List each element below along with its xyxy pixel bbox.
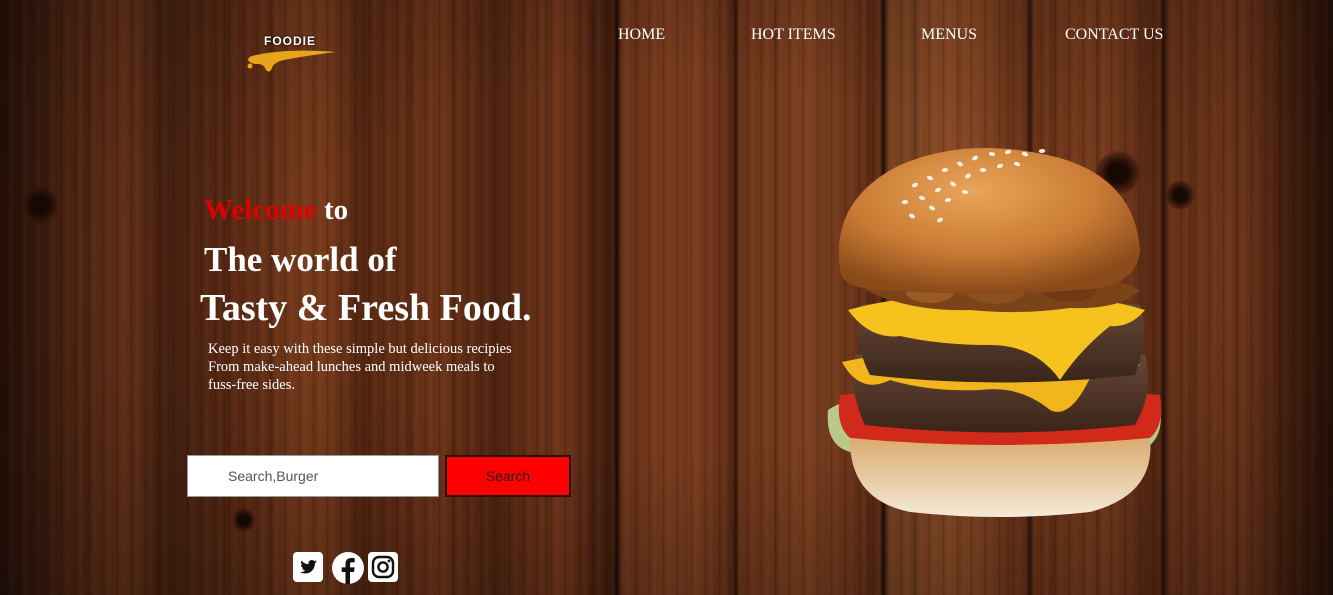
search-button[interactable]: Search <box>445 455 571 497</box>
nav-hot-items[interactable]: HOT ITEMS <box>751 26 836 44</box>
burger-image <box>820 140 1170 525</box>
nav-menus[interactable]: MENUS <box>921 26 977 44</box>
logo-text: FOODIE <box>264 34 317 48</box>
twitter-icon[interactable] <box>293 552 323 582</box>
hero-description-line: From make-ahead lunches and midweek meal… <box>208 359 495 375</box>
instagram-icon[interactable] <box>368 552 398 582</box>
hero-to-word: to <box>316 194 349 226</box>
hero-description-line: fuss-free sides. <box>208 377 295 393</box>
foodie-logo[interactable]: FOODIE <box>244 30 344 78</box>
hero-welcome-word: Welcome <box>204 194 317 226</box>
hero-subheading: The world of <box>204 240 397 279</box>
hero-description-line: Keep it easy with these simple but delic… <box>208 341 512 357</box>
nav-home[interactable]: HOME <box>618 26 665 44</box>
hero-description: Keep it easy with these simple but delic… <box>208 340 558 394</box>
nav-contact-us[interactable]: CONTACT US <box>1065 26 1163 44</box>
hero-title: Tasty & Fresh Food. <box>200 287 532 329</box>
hero-welcome-heading: Welcome to <box>204 194 348 227</box>
facebook-icon[interactable] <box>332 552 364 584</box>
search-input[interactable] <box>187 455 439 497</box>
